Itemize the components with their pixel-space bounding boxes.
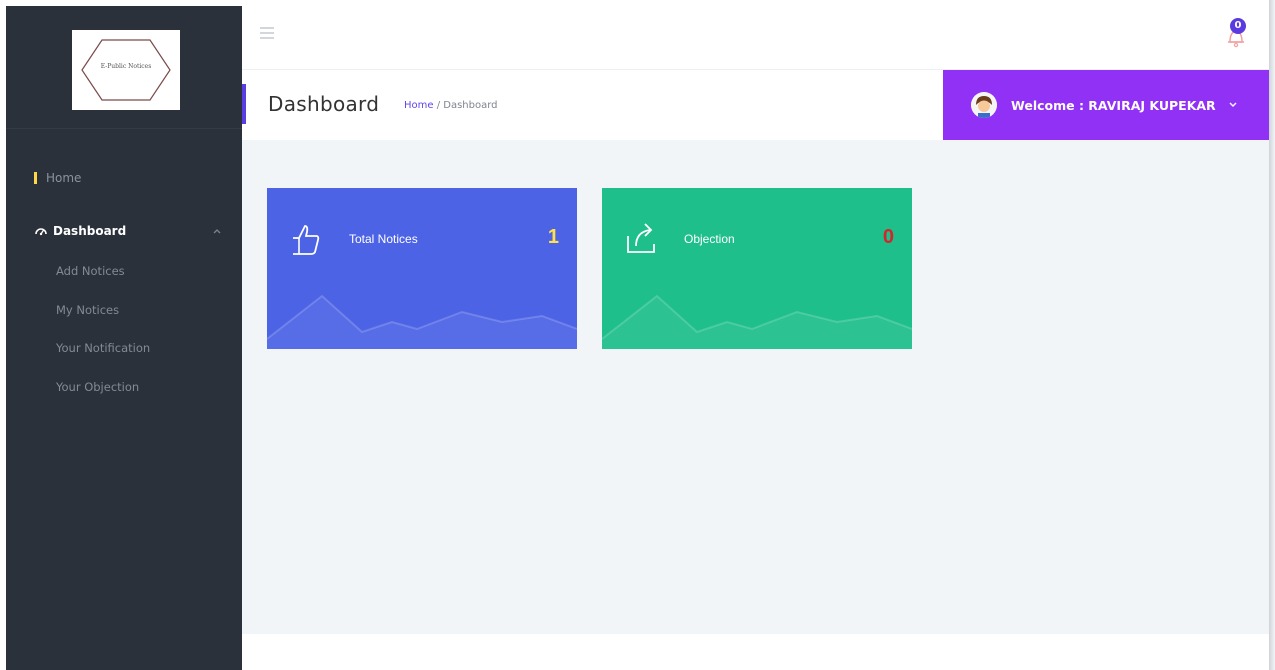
sidebar-divider — [6, 128, 242, 129]
sidebar-item-label: Dashboard — [53, 224, 127, 238]
sidebar: E-Public Notices Home Dashboard Add Noti… — [6, 6, 242, 670]
logo-hexagon-icon — [81, 39, 171, 101]
topbar: 0 — [242, 6, 1269, 70]
sidebar-item-dashboard[interactable]: Dashboard — [6, 219, 242, 243]
sidebar-subitem-your-notification[interactable]: Your Notification — [56, 341, 150, 355]
page-title: Dashboard — [268, 92, 380, 116]
breadcrumb-home-link[interactable]: Home — [404, 100, 434, 111]
breadcrumb-current: Dashboard — [443, 100, 498, 111]
sidebar-subitem-my-notices[interactable]: My Notices — [56, 303, 119, 317]
page-header: Dashboard Home / Dashboard Welcome : RAV… — [242, 70, 1269, 140]
sidebar-item-home[interactable]: Home — [6, 166, 242, 190]
user-menu-button[interactable]: Welcome : RAVIRAJ KUPEKAR — [943, 70, 1269, 140]
breadcrumb: Home / Dashboard — [404, 100, 498, 111]
sidebar-item-label: Home — [46, 171, 82, 185]
header-accent-bar — [242, 84, 246, 124]
main-content: Total Notices 1 Objection 0 — [242, 140, 1269, 634]
sidebar-subitem-add-notices[interactable]: Add Notices — [56, 264, 125, 278]
chevron-up-icon[interactable] — [212, 226, 222, 236]
card-title: Objection — [684, 232, 735, 246]
notification-count-badge[interactable]: 0 — [1230, 18, 1246, 34]
breadcrumb-separator: / — [433, 100, 444, 111]
card-value: 1 — [547, 226, 559, 248]
app-logo[interactable]: E-Public Notices — [72, 30, 180, 110]
stat-card-total-notices[interactable]: Total Notices 1 — [267, 188, 577, 349]
chevron-down-icon — [1229, 102, 1237, 107]
card-value: 0 — [882, 226, 894, 248]
window-edge-shadow — [1269, 0, 1275, 670]
home-marker-icon — [34, 172, 37, 184]
footer — [242, 634, 1269, 670]
user-avatar-icon — [971, 92, 997, 118]
card-wave-decoration — [602, 294, 912, 349]
card-title: Total Notices — [349, 232, 418, 246]
dashboard-gauge-icon — [35, 228, 47, 236]
card-wave-decoration — [267, 294, 577, 349]
logo-text: E-Public Notices — [100, 63, 152, 70]
welcome-text: Welcome : RAVIRAJ KUPEKAR — [1011, 97, 1216, 113]
stat-card-objection[interactable]: Objection 0 — [602, 188, 912, 349]
avatar — [971, 92, 997, 118]
thumbs-up-icon — [293, 225, 320, 255]
sidebar-subitem-your-objection[interactable]: Your Objection — [56, 380, 139, 394]
hamburger-menu-icon[interactable] — [260, 26, 276, 40]
share-icon — [627, 223, 655, 253]
